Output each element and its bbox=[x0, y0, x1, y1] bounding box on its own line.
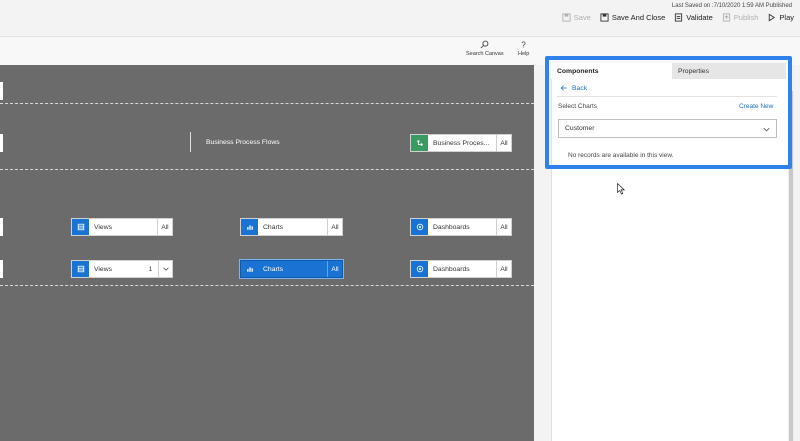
charts-tile-selector[interactable]: All bbox=[327, 261, 342, 277]
charts-tile-label: Charts bbox=[263, 265, 284, 273]
save-icon bbox=[562, 13, 571, 22]
charts-tile[interactable]: Charts All bbox=[240, 218, 343, 236]
section-divider bbox=[0, 285, 534, 286]
save-and-close-label: Save And Close bbox=[611, 13, 666, 22]
process-flow-icon bbox=[411, 135, 428, 151]
validate-icon bbox=[675, 13, 683, 22]
save-label: Save bbox=[573, 13, 591, 22]
bpf-tile-label: Business Proces... bbox=[433, 139, 490, 147]
play-icon bbox=[769, 13, 776, 22]
column-divider bbox=[190, 132, 191, 152]
charts-tile-selected[interactable]: Charts All bbox=[240, 260, 343, 278]
validate-button[interactable]: Validate bbox=[674, 13, 713, 22]
views-tile-label: Views bbox=[94, 223, 113, 231]
dashboards-tile[interactable]: Dashboards All bbox=[410, 260, 512, 278]
bpf-tile-selector[interactable]: All bbox=[496, 135, 511, 151]
help-label: Help bbox=[518, 51, 530, 57]
views-dropdown-toggle[interactable] bbox=[158, 261, 172, 277]
chart-icon bbox=[241, 219, 258, 235]
grid-icon bbox=[72, 261, 89, 277]
save-and-close-button[interactable]: Save And Close bbox=[600, 13, 665, 22]
views-tile[interactable]: Views All bbox=[71, 218, 173, 236]
dashboards-tile-label: Dashboards bbox=[433, 265, 470, 273]
search-canvas-button[interactable]: Search Canvas bbox=[466, 40, 504, 57]
views-count: 1 bbox=[148, 265, 153, 273]
publish-icon bbox=[722, 13, 730, 22]
chart-icon bbox=[241, 261, 258, 277]
chevron-down-icon bbox=[162, 267, 169, 271]
mouse-cursor-icon bbox=[617, 183, 625, 195]
publish-button[interactable]: Publish bbox=[722, 13, 759, 22]
grid-icon bbox=[72, 219, 89, 235]
charts-tile-selector[interactable]: All bbox=[327, 219, 342, 235]
validate-label: Validate bbox=[686, 13, 713, 22]
charts-tile-label: Charts bbox=[263, 223, 284, 231]
command-list: Save Save And Close Validate Publish Pla… bbox=[562, 13, 794, 22]
dashboards-tile-selector[interactable]: All bbox=[496, 261, 511, 277]
search-canvas-label: Search Canvas bbox=[466, 51, 504, 57]
dashboard-icon bbox=[411, 261, 428, 277]
help-button[interactable]: ? Help bbox=[518, 40, 529, 57]
bpf-section-title: Business Process Flows bbox=[206, 139, 280, 146]
left-tile-stub[interactable] bbox=[0, 82, 3, 100]
dashboards-tile-label: Dashboards bbox=[433, 223, 470, 231]
section-divider bbox=[0, 169, 534, 170]
svg-text:?: ? bbox=[521, 41, 526, 49]
views-tile-selector[interactable]: All bbox=[157, 219, 172, 235]
saved-status: Last Saved on :7/10/2020 1:59 AM Publish… bbox=[671, 3, 792, 9]
left-tile-stub[interactable] bbox=[0, 260, 3, 278]
search-icon bbox=[480, 40, 489, 49]
focus-highlight-box bbox=[545, 56, 792, 169]
left-tile-stub[interactable] bbox=[0, 218, 3, 236]
save-button[interactable]: Save bbox=[562, 13, 591, 22]
views-tile[interactable]: Views 1 bbox=[71, 260, 173, 278]
play-button[interactable]: Play bbox=[767, 13, 794, 22]
play-label: Play bbox=[779, 13, 794, 22]
command-bar: Last Saved on :7/10/2020 1:59 AM Publish… bbox=[0, 0, 800, 36]
dashboards-tile[interactable]: Dashboards All bbox=[410, 218, 512, 236]
dashboard-icon bbox=[411, 219, 428, 235]
help-icon: ? bbox=[521, 41, 526, 49]
views-tile-label: Views bbox=[94, 265, 113, 273]
section-divider bbox=[0, 103, 534, 104]
save-close-icon bbox=[600, 13, 609, 22]
publish-label: Publish bbox=[733, 13, 759, 22]
dashboards-tile-selector[interactable]: All bbox=[496, 219, 511, 235]
designer-canvas[interactable]: Business Process Flows Business Proces..… bbox=[0, 65, 534, 441]
app-designer: Last Saved on :7/10/2020 1:59 AM Publish… bbox=[0, 0, 800, 441]
left-tile-stub[interactable] bbox=[0, 134, 3, 152]
bpf-tile[interactable]: Business Proces... All bbox=[410, 134, 512, 152]
